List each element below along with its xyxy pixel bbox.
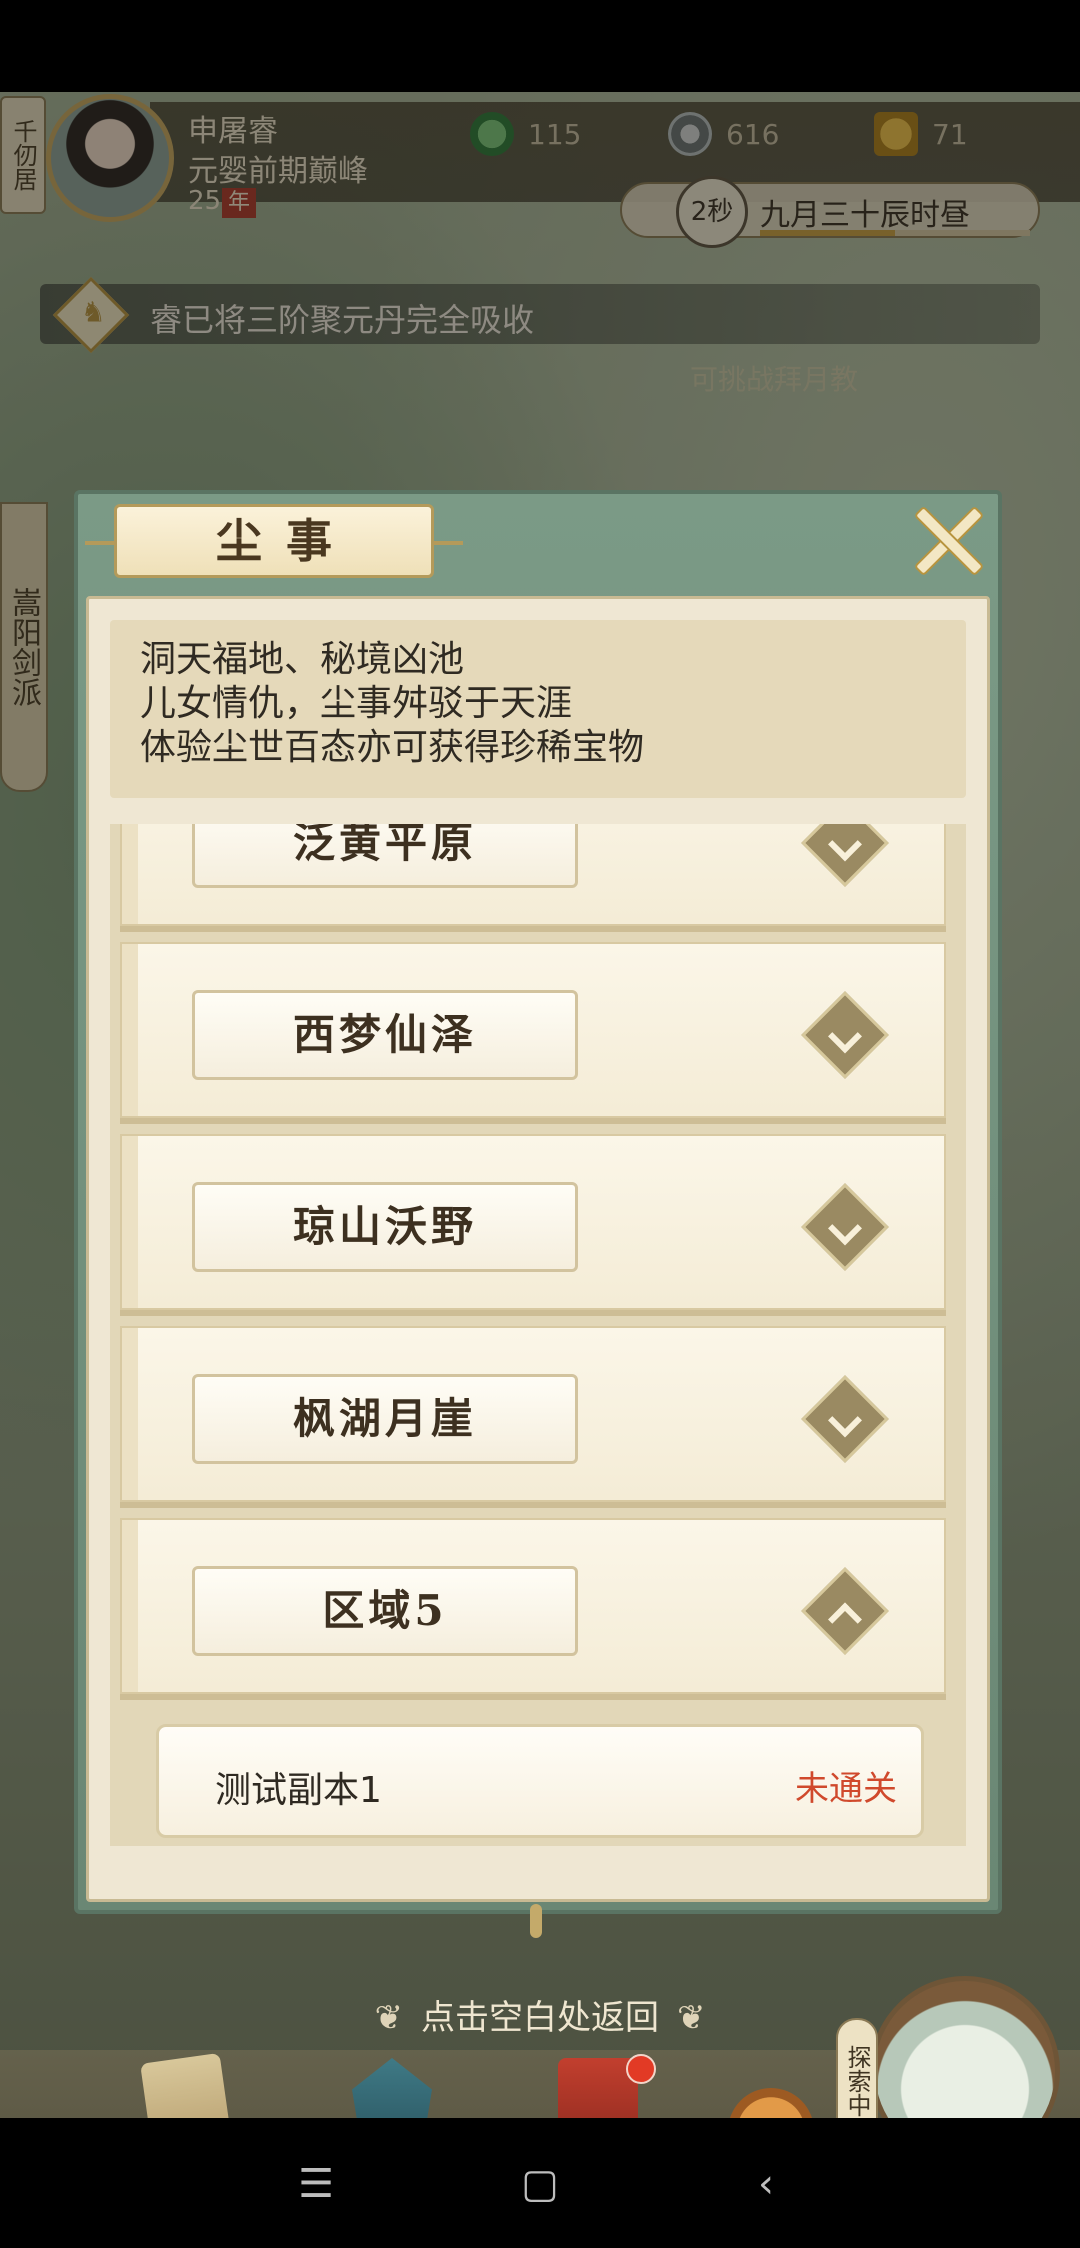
- region-name: 西梦仙泽: [192, 990, 578, 1080]
- pavilion-icon: [352, 2058, 432, 2118]
- landscape-icon: [870, 1976, 1060, 2118]
- bag-icon: [728, 2088, 814, 2118]
- status-bar: [0, 0, 1080, 92]
- region-name: 泛黄平原: [192, 824, 578, 888]
- region-list[interactable]: 泛黄平原 西梦仙泽 琼山沃野 枫湖月崖 区域5: [110, 824, 966, 1846]
- panel-title: 尘事: [85, 504, 463, 578]
- expand-chevron-icon[interactable]: [801, 1183, 889, 1271]
- dungeon-name: 测试副本1: [215, 1770, 382, 1811]
- region-name: 区域5: [192, 1566, 578, 1656]
- system-nav-bar: ☰ ▢ ‹: [0, 2118, 1080, 2248]
- nav-dongfu[interactable]: 洞府: [322, 2058, 462, 2118]
- game-screen: 千仞居 申屠睿 元婴前期巅峰 25 年 115 616 71 2秒 九月三十辰时…: [0, 92, 1080, 2118]
- back-icon[interactable]: ‹: [736, 2154, 796, 2214]
- nav-xingnang[interactable]: 行囊: [716, 2088, 826, 2118]
- tap-to-return-text: 点击空白处返回: [421, 1998, 659, 2038]
- nav-renjian[interactable]: 人间: [850, 1976, 1070, 2118]
- description-line: 体验尘世百态亦可获得珍稀宝物: [140, 727, 645, 768]
- exploring-tag: 探索中: [836, 2018, 878, 2118]
- panel-description: 洞天福地、秘境凶池 儿女情仇，尘事舛驳于天涯 体验尘世百态亦可获得珍稀宝物: [110, 620, 966, 798]
- banner-icon: [558, 2058, 638, 2118]
- nav-xuanjing[interactable]: 玄境: [116, 2052, 256, 2118]
- menu-icon[interactable]: ☰: [286, 2154, 346, 2214]
- expand-chevron-icon[interactable]: [801, 1375, 889, 1463]
- scroll-icon: [140, 2052, 232, 2118]
- collapse-chevron-icon[interactable]: [801, 1567, 889, 1655]
- description-line: 儿女情仇，尘事舛驳于天涯: [140, 683, 573, 724]
- world-affairs-panel: 尘事 洞天福地、秘境凶池 儿女情仇，尘事舛驳于天涯 体验尘世百态亦可获得珍稀宝物…: [74, 490, 1002, 1914]
- nav-shimen[interactable]: 师门: [528, 2054, 668, 2118]
- dungeon-status: 未通关: [795, 1769, 897, 1809]
- dungeon-entry[interactable]: 测试副本1 未通关: [156, 1724, 924, 1838]
- description-line: 洞天福地、秘境凶池: [140, 639, 465, 680]
- expand-chevron-icon[interactable]: [801, 824, 889, 887]
- region-item[interactable]: 琼山沃野: [120, 1134, 946, 1310]
- region-name: 琼山沃野: [192, 1182, 578, 1272]
- region-item[interactable]: 枫湖月崖: [120, 1326, 946, 1502]
- panel-tassel: [530, 1904, 542, 1938]
- region-item[interactable]: 泛黄平原: [120, 824, 946, 926]
- region-item[interactable]: 区域5: [120, 1518, 946, 1694]
- close-icon[interactable]: [910, 502, 984, 576]
- expand-chevron-icon[interactable]: [801, 991, 889, 1079]
- region-item[interactable]: 西梦仙泽: [120, 942, 946, 1118]
- home-icon[interactable]: ▢: [510, 2154, 570, 2214]
- region-name: 枫湖月崖: [192, 1374, 578, 1464]
